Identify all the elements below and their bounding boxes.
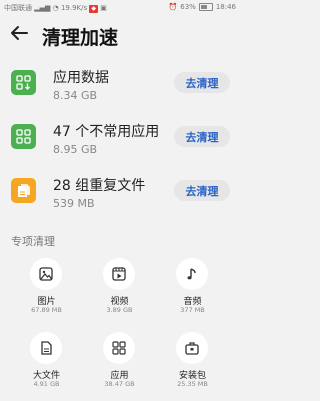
tile-apps[interactable]: 应用 38.47 GB <box>91 332 151 400</box>
card-title: 应用数据 <box>53 70 109 86</box>
tile-size: 3.89 GB <box>106 306 133 314</box>
header: 清理加速 <box>0 16 240 50</box>
card-app-data[interactable]: 应用数据 8.34 GB 去清理 <box>5 67 235 105</box>
app-data-icon <box>11 70 36 95</box>
tile-videos[interactable]: 视频 3.89 GB <box>91 258 151 326</box>
card-title: 28 组重复文件 <box>53 178 146 194</box>
back-button[interactable] <box>6 20 32 46</box>
tile-packages[interactable]: 安装包 25.35 MB <box>164 332 224 400</box>
clean-button[interactable]: 去清理 <box>174 180 230 201</box>
image-icon <box>30 258 62 290</box>
apps-icon <box>103 332 135 364</box>
card-title: 47 个不常用应用 <box>53 124 160 140</box>
card-duplicate-files[interactable]: 28 组重复文件 539 MB 去清理 <box>5 175 235 213</box>
battery-icon <box>198 3 213 11</box>
carrier-label: 中国联通 <box>4 4 32 12</box>
tile-size: 4.91 GB <box>33 380 60 388</box>
tile-size: 67.89 MB <box>31 306 62 314</box>
card-size: 8.34 GB <box>53 89 98 102</box>
tile-size: 38.47 GB <box>104 380 135 388</box>
status-left: 中国联通 ▂▄▆ ◔ 19.9K/s ◆ ▣ <box>4 3 107 13</box>
card-size: 539 MB <box>53 197 95 210</box>
status-right: ⏰ 63% 18:46 <box>169 3 236 11</box>
clean-button[interactable]: 去清理 <box>174 72 230 93</box>
file-icon <box>30 332 62 364</box>
battery-percent: 63% <box>180 3 196 11</box>
tile-large-files[interactable]: 大文件 4.91 GB <box>18 332 78 400</box>
grid-apps-icon <box>11 124 36 149</box>
page-title: 清理加速 <box>42 27 119 49</box>
signal-icon: ▂▄▆ <box>34 4 51 12</box>
tile-audio[interactable]: 音频 377 MB <box>164 258 224 326</box>
tile-size: 377 MB <box>180 306 205 314</box>
tile-size: 25.35 MB <box>177 380 208 388</box>
tile-images[interactable]: 图片 67.89 MB <box>18 258 78 326</box>
status-bar: 中国联通 ▂▄▆ ◔ 19.9K/s ◆ ▣ ⏰ 63% 18:46 <box>0 0 240 14</box>
duplicate-files-icon <box>11 178 36 203</box>
network-speed: 19.9K/s <box>60 4 88 12</box>
alarm-icon: ⏰ <box>168 3 178 11</box>
card-unused-apps[interactable]: 47 个不常用应用 8.95 GB 去清理 <box>5 121 235 159</box>
back-arrow-icon <box>11 26 28 40</box>
music-icon <box>176 258 208 290</box>
card-size: 8.95 GB <box>53 143 98 156</box>
notification-badge-icon: ◆ <box>89 5 99 13</box>
package-icon <box>176 332 208 364</box>
clock: 18:46 <box>215 3 236 11</box>
notification-icon: ▣ <box>100 4 107 12</box>
section-title: 专项清理 <box>11 235 55 248</box>
video-icon <box>103 258 135 290</box>
clean-button[interactable]: 去清理 <box>174 126 230 147</box>
wifi-icon: ◔ <box>52 4 59 12</box>
